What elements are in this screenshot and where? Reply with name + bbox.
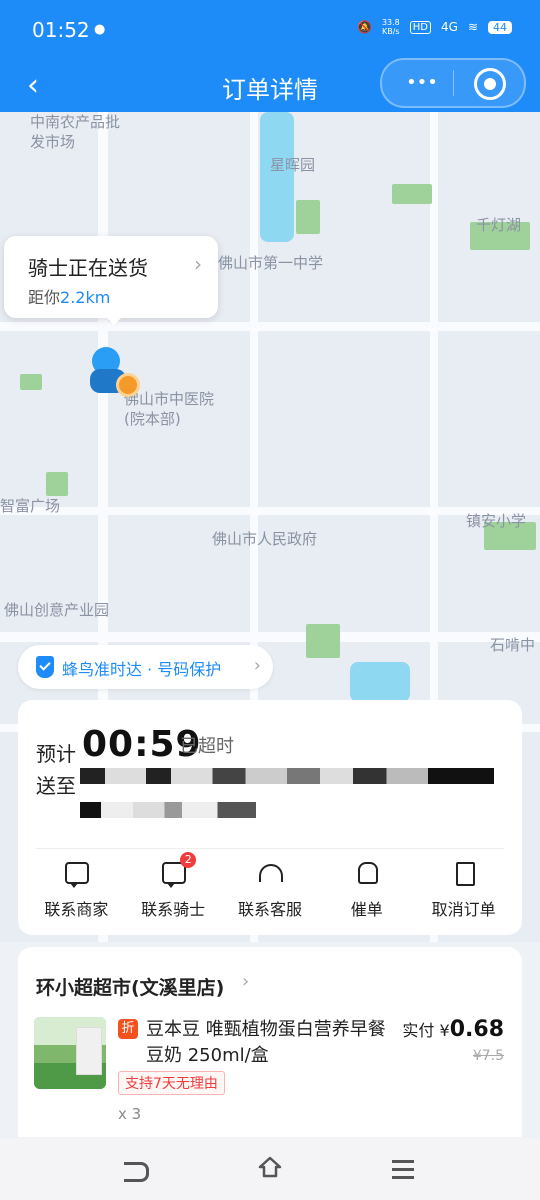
map-road <box>0 632 540 642</box>
product-name[interactable]: 豆本豆 唯甄植物蛋白营养早餐豆奶 250ml/盒 <box>146 1017 386 1069</box>
action-label: 联系骑士 <box>141 900 206 919</box>
urge-order-button[interactable]: 催单 <box>324 860 410 920</box>
map-park <box>306 624 340 658</box>
rider-wheel <box>116 373 140 397</box>
action-label: 取消订单 <box>431 900 496 919</box>
home-icon <box>258 1156 282 1178</box>
contact-rider-button[interactable]: 2 联系骑士 <box>130 852 216 920</box>
chevron-right-icon: › <box>242 971 250 992</box>
price-block: 实付 ¥0.68 ¥7.5 <box>402 1017 504 1064</box>
original-price: ¥7.5 <box>472 1048 504 1064</box>
discount-badge: 折 <box>118 1019 138 1039</box>
action-label: 联系商家 <box>44 900 109 919</box>
shop-name-link[interactable]: 环小超超市(文溪里店) <box>36 973 224 1000</box>
rider-avatar-icon <box>84 347 140 403</box>
shop-card: 环小超超市(文溪里店) › 折 豆本豆 唯甄植物蛋白营养早餐豆奶 250ml/盒… <box>18 947 522 1137</box>
back-icon <box>124 1162 149 1182</box>
cancel-document-icon <box>451 860 477 886</box>
status-activity-icon: ● <box>94 22 106 37</box>
status-time: 01:52 <box>32 18 90 42</box>
network-speed: 33.8 KB/s <box>381 18 400 36</box>
map-label: 佛山市第一中学 <box>218 254 324 272</box>
return-policy-tag: 支持7天无理由 <box>118 1071 225 1095</box>
unread-badge: 2 <box>180 852 197 868</box>
map-park <box>46 472 68 496</box>
deliver-to-label: 送至 <box>36 774 76 798</box>
eta-status: 已超时 <box>180 736 234 757</box>
menu-line <box>392 1176 414 1179</box>
map-label: 镇安小学 <box>466 512 527 530</box>
distance-value: 2.2km <box>60 288 111 307</box>
map-label: 智富广场 <box>0 497 61 515</box>
distance-prefix: 距你 <box>28 288 61 307</box>
product-quantity: x 3 <box>118 1105 142 1123</box>
map-water <box>350 662 410 702</box>
map-label: 千灯湖 <box>476 216 522 234</box>
map-label: 佛山创意产业园 <box>4 601 110 619</box>
shield-check-icon <box>36 656 54 678</box>
guarantee-text: 蜂鸟准时达 · 号码保护 <box>62 660 222 679</box>
delivery-guarantee-badge[interactable]: 蜂鸟准时达 · 号码保护 › <box>18 645 273 689</box>
wifi-icon: ≋ <box>467 20 478 34</box>
map-park <box>296 200 320 234</box>
map-label: 星晖园 <box>270 156 316 174</box>
product-image-box <box>76 1027 102 1075</box>
chevron-right-icon: › <box>194 252 202 276</box>
action-label: 催单 <box>350 900 383 919</box>
message-icon <box>63 860 90 888</box>
rider-status-card[interactable]: 骑士正在送货 › 距你2.2km <box>4 236 218 325</box>
more-button[interactable]: ••• <box>402 68 442 98</box>
eta-label: 预计 <box>36 742 76 766</box>
system-menu-button[interactable] <box>384 1154 424 1184</box>
map-label: 中南农产品批发市场 <box>30 113 121 151</box>
capsule-divider <box>453 70 454 96</box>
map-road <box>0 507 540 515</box>
status-bar: 01:52 ● 🔕 33.8 KB/s HD 4G ≋ 44 <box>0 0 540 60</box>
menu-line <box>392 1168 414 1171</box>
mini-program-capsule: ••• <box>380 58 526 108</box>
paid-price: 实付 ¥0.68 <box>402 1017 504 1042</box>
hd-icon: HD <box>409 20 431 34</box>
order-actions: 联系商家 2 联系骑士 联系客服 催单 取消订单 <box>18 852 522 920</box>
contact-merchant-button[interactable]: 联系商家 <box>33 860 119 920</box>
product-image[interactable] <box>34 1017 106 1089</box>
contact-support-button[interactable]: 联系客服 <box>227 860 313 920</box>
bell-icon <box>354 860 380 886</box>
paid-currency: ¥ <box>439 1021 450 1040</box>
map-park <box>392 184 432 204</box>
rider-status-text: 骑士正在送货 <box>28 256 148 280</box>
map-label: 佛山市人民政府 <box>212 530 318 548</box>
paid-amount: 0.68 <box>449 1017 504 1042</box>
map-park <box>20 374 42 390</box>
map-road <box>0 322 540 331</box>
navigation-bar: ‹ 订单详情 ••• <box>0 58 540 112</box>
mute-icon: 🔕 <box>357 20 372 34</box>
battery-icon: 44 <box>488 20 512 34</box>
address-redacted <box>80 768 494 784</box>
system-home-button[interactable] <box>250 1154 290 1184</box>
status-icons: 🔕 33.8 KB/s HD 4G ≋ 44 <box>357 18 512 36</box>
signal-icon: 4G <box>441 20 458 34</box>
map-water <box>260 112 294 242</box>
paid-label: 实付 <box>402 1021 435 1040</box>
map-label: 石啃中 <box>490 636 536 654</box>
cancel-order-button[interactable]: 取消订单 <box>421 860 507 920</box>
rider-distance: 距你2.2km <box>28 284 110 308</box>
chevron-right-icon: › <box>253 655 261 676</box>
system-navigation-bar <box>0 1138 540 1200</box>
headset-icon <box>257 860 283 886</box>
close-miniprogram-button[interactable] <box>474 68 506 100</box>
order-status-card: 预计 00:59 已超时 送至 联系商家 2 联系骑士 联系客服 催单 取消订单 <box>18 700 522 935</box>
system-back-button[interactable] <box>118 1154 158 1184</box>
order-card-divider <box>36 848 504 849</box>
message-icon: 2 <box>160 852 197 888</box>
address-redacted <box>80 802 256 818</box>
menu-line <box>392 1160 414 1163</box>
action-label: 联系客服 <box>237 900 302 919</box>
